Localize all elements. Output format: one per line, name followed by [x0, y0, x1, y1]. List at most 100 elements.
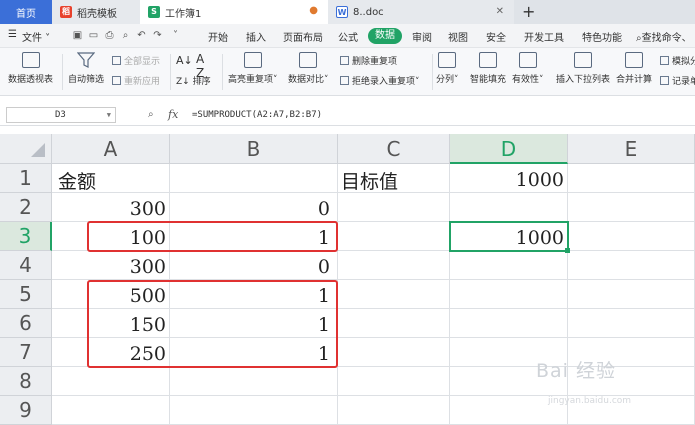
command-search[interactable]: ⌕查找命令、: [636, 29, 692, 44]
highlight-duplicates-button[interactable]: 高亮重复项˅: [228, 52, 278, 85]
chevron-down-icon: ˅: [415, 77, 420, 87]
print-icon[interactable]: ⎙: [104, 30, 115, 41]
menu-view[interactable]: 视图: [448, 29, 468, 44]
ribbon-divider: [62, 54, 63, 90]
row-header-2[interactable]: 2: [0, 193, 52, 222]
menu-home[interactable]: 开始: [208, 29, 228, 44]
menu-formulas[interactable]: 公式: [338, 29, 358, 44]
cell-c1[interactable]: 目标值: [341, 167, 398, 194]
reject-duplicates-label: 拒绝录入重复项: [352, 77, 416, 87]
tab-bar: 首页 稻 稻壳模板 S 工作簿1 ● W 8..doc ✕ +: [0, 0, 695, 24]
toolbar-spacer: [0, 126, 695, 134]
row-header-4[interactable]: 4: [0, 251, 52, 280]
row-header-8[interactable]: 8: [0, 367, 52, 396]
save-icon[interactable]: ▣: [72, 30, 83, 41]
row-header-1[interactable]: 1: [0, 164, 52, 193]
sort-ascending-icon[interactable]: A↓: [176, 54, 193, 67]
tab-workbook1[interactable]: S 工作簿1 ●: [140, 0, 328, 24]
show-all-icon: [112, 56, 121, 65]
chevron-down-icon: ˅: [273, 75, 278, 85]
menu-review[interactable]: 审阅: [412, 29, 432, 44]
undo-icon[interactable]: ↶: [136, 30, 147, 41]
remove-duplicates-icon: [340, 56, 349, 65]
cell-a4[interactable]: 300: [52, 256, 166, 278]
select-all-corner[interactable]: [0, 134, 52, 164]
active-cell-border: [449, 221, 569, 252]
open-icon[interactable]: ▭: [88, 30, 99, 41]
zoom-search-icon[interactable]: ⌕: [148, 109, 154, 120]
what-if-button[interactable]: 模拟分: [660, 54, 695, 67]
cell-a1[interactable]: 金额: [58, 167, 96, 194]
name-box-value: D3: [55, 110, 66, 120]
reapply-label: 重新应用: [124, 77, 161, 87]
show-all-button[interactable]: 全部显示: [112, 54, 160, 67]
record-form-icon: [660, 76, 669, 85]
spreadsheet-file-icon: S: [148, 6, 160, 18]
column-header-a[interactable]: A: [52, 134, 170, 164]
row-header-9[interactable]: 9: [0, 396, 52, 425]
smart-fill-button[interactable]: 智能填充: [470, 52, 506, 85]
cell-a2[interactable]: 300: [52, 198, 166, 220]
data-compare-label: 数据对比: [288, 75, 325, 85]
consolidate-button[interactable]: 合并计算: [616, 52, 652, 85]
dropdown-list-icon: [574, 52, 592, 68]
cell-b4[interactable]: 0: [170, 256, 330, 278]
new-tab-icon[interactable]: +: [522, 2, 535, 21]
menu-insert[interactable]: 插入: [246, 29, 266, 44]
pivot-table-icon: [21, 52, 40, 68]
cell-b2[interactable]: 0: [170, 198, 330, 220]
tab-workbook1-label: 工作簿1: [165, 8, 202, 20]
menu-special-features[interactable]: 特色功能: [582, 29, 622, 44]
fx-icon[interactable]: fx: [168, 108, 178, 121]
record-form-button[interactable]: 记录单: [660, 74, 695, 87]
data-ribbon: 数据透视表 自动筛选 全部显示 重新应用 A↓ AZ Z↓ 排序 高亮重复项˅ …: [0, 48, 695, 96]
ribbon-divider: [170, 54, 171, 90]
remove-duplicates-label: 删除重复项: [352, 57, 398, 67]
name-box[interactable]: D3 ▼: [6, 107, 116, 123]
cell-d1[interactable]: 1000: [450, 169, 564, 191]
unsaved-dot-icon: ●: [309, 5, 318, 16]
row-header-7[interactable]: 7: [0, 338, 52, 367]
menu-security[interactable]: 安全: [486, 29, 506, 44]
hamburger-menu-icon[interactable]: ☰: [8, 29, 17, 40]
column-header-d[interactable]: D: [450, 134, 568, 164]
pivot-table-button[interactable]: 数据透视表: [8, 52, 53, 85]
autofilter-button[interactable]: 自动筛选: [68, 52, 104, 85]
fill-handle[interactable]: [565, 248, 570, 253]
validity-button[interactable]: 有效性˅: [512, 52, 544, 85]
highlight-duplicates-icon: [243, 52, 262, 68]
sort-button[interactable]: Z↓ 排序: [176, 74, 211, 87]
row-header-6[interactable]: 6: [0, 309, 52, 338]
validity-icon: [518, 52, 537, 68]
column-header-c[interactable]: C: [338, 134, 450, 164]
formula-input[interactable]: =SUMPRODUCT(A2:A7,B2:B7): [192, 108, 695, 124]
consolidate-label: 合并计算: [616, 75, 653, 85]
column-header-e[interactable]: E: [568, 134, 695, 164]
close-tab-icon[interactable]: ✕: [496, 6, 504, 17]
record-form-label: 记录单: [672, 77, 695, 87]
tab-docer-templates[interactable]: 稻 稻壳模板: [52, 0, 140, 24]
row-header-3[interactable]: 3: [0, 222, 52, 251]
menu-developer[interactable]: 开发工具: [524, 29, 564, 44]
data-compare-button[interactable]: 数据对比˅: [288, 52, 329, 85]
menu-file[interactable]: 文件 ˅: [22, 29, 50, 44]
print-preview-icon[interactable]: ⌕: [120, 30, 131, 41]
command-search-label: 查找命令、: [641, 33, 692, 44]
docer-icon: 稻: [60, 6, 72, 18]
reject-duplicates-button[interactable]: 拒绝录入重复项˅: [340, 74, 420, 87]
row-header-5[interactable]: 5: [0, 280, 52, 309]
highlight-duplicates-label: 高亮重复项: [228, 75, 274, 85]
menu-page-layout[interactable]: 页面布局: [283, 29, 323, 44]
quick-access-dropdown-icon[interactable]: ˅: [170, 30, 181, 41]
split-columns-button[interactable]: 分列˅: [436, 52, 459, 85]
menu-data[interactable]: 数据: [368, 28, 402, 44]
sort-label: 排序: [192, 77, 211, 87]
tab-doc[interactable]: W 8..doc ✕: [328, 0, 514, 24]
remove-duplicates-button[interactable]: 删除重复项: [340, 54, 397, 67]
reapply-button[interactable]: 重新应用: [112, 74, 160, 87]
insert-dropdown-list-button[interactable]: 插入下拉列表: [556, 52, 610, 85]
column-header-b[interactable]: B: [170, 134, 338, 164]
word-file-icon: W: [336, 6, 348, 18]
tab-home[interactable]: 首页: [0, 0, 52, 24]
redo-icon[interactable]: ↷: [152, 30, 163, 41]
